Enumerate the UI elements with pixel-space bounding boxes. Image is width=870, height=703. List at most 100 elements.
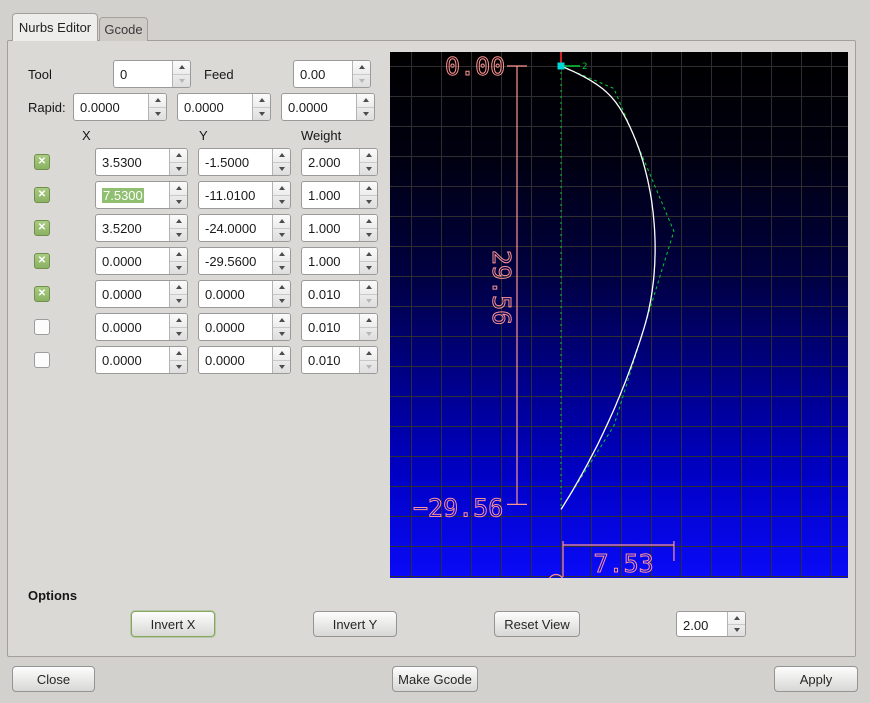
spin-up-icon[interactable] (170, 215, 187, 229)
point-7-weight-spinbox[interactable]: 0.010 (301, 346, 378, 374)
spin-up-icon[interactable] (360, 248, 377, 262)
spin-up-icon[interactable] (273, 281, 290, 295)
point-2-x-spinbox[interactable]: 7.5300 (95, 181, 188, 209)
spin-up-icon[interactable] (273, 149, 290, 163)
spin-value[interactable]: -24.0000 (199, 215, 272, 241)
point-4-weight-spinbox[interactable]: 1.000 (301, 247, 378, 275)
spin-value[interactable]: 2.00 (677, 612, 727, 636)
spinner-buttons[interactable] (172, 61, 190, 87)
nurbs-preview-plot[interactable]: 2 0.00 29.56 −29.56 7.53 (390, 52, 848, 578)
spinner-buttons[interactable] (169, 347, 187, 373)
rapid-x-spinbox[interactable]: 0.0000 (73, 93, 167, 121)
point-5-y-spinbox[interactable]: 0.0000 (198, 280, 291, 308)
spin-up-icon[interactable] (173, 61, 190, 75)
make-gcode-button[interactable]: Make Gcode (392, 666, 478, 692)
spin-value[interactable]: 0.0000 (96, 281, 169, 307)
spin-value[interactable]: 0.0000 (282, 94, 356, 120)
spinner-buttons[interactable] (359, 347, 377, 373)
spin-down-icon[interactable] (357, 108, 374, 121)
point-1-x-spinbox[interactable]: 3.5300 (95, 148, 188, 176)
spin-value[interactable]: 2.000 (302, 149, 359, 175)
rapid-y-spinbox[interactable]: 0.0000 (177, 93, 271, 121)
spinner-buttons[interactable] (272, 149, 290, 175)
spin-value[interactable]: 7.5300 (96, 182, 169, 208)
spin-up-icon[interactable] (357, 94, 374, 108)
spinner-buttons[interactable] (169, 314, 187, 340)
spin-up-icon[interactable] (360, 215, 377, 229)
spin-down-icon[interactable] (360, 163, 377, 176)
spin-value[interactable]: 0.0000 (96, 248, 169, 274)
spin-up-icon[interactable] (273, 182, 290, 196)
point-4-enabled-checkbox[interactable]: ✕ (34, 253, 50, 269)
point-7-enabled-checkbox[interactable] (34, 352, 50, 368)
spin-down-icon[interactable] (170, 361, 187, 374)
spin-up-icon[interactable] (273, 347, 290, 361)
spin-down-icon[interactable] (360, 262, 377, 275)
spin-value[interactable]: -11.0100 (199, 182, 272, 208)
point-7-x-spinbox[interactable]: 0.0000 (95, 346, 188, 374)
spin-down-icon[interactable] (273, 163, 290, 176)
spin-value[interactable]: 0.010 (302, 281, 359, 307)
feed-spinbox[interactable]: 0.00 (293, 60, 371, 88)
point-2-enabled-checkbox[interactable]: ✕ (34, 187, 50, 203)
spin-value[interactable]: 0.0000 (96, 347, 169, 373)
spinner-buttons[interactable] (272, 248, 290, 274)
spinner-buttons[interactable] (272, 281, 290, 307)
spin-down-icon[interactable] (149, 108, 166, 121)
spinner-buttons[interactable] (359, 281, 377, 307)
close-button[interactable]: Close (12, 666, 95, 692)
rapid-z-spinbox[interactable]: 0.0000 (281, 93, 375, 121)
spinner-buttons[interactable] (727, 612, 745, 636)
point-2-y-spinbox[interactable]: -11.0100 (198, 181, 291, 209)
spinner-buttons[interactable] (352, 61, 370, 87)
spin-down-icon[interactable] (353, 75, 370, 88)
point-4-x-spinbox[interactable]: 0.0000 (95, 247, 188, 275)
spin-up-icon[interactable] (170, 149, 187, 163)
spinner-buttons[interactable] (148, 94, 166, 120)
spin-value[interactable]: 1.000 (302, 248, 359, 274)
spin-down-icon[interactable] (170, 229, 187, 242)
scale-spinbox[interactable]: 2.00 (676, 611, 746, 637)
point-3-enabled-checkbox[interactable]: ✕ (34, 220, 50, 236)
spin-up-icon[interactable] (149, 94, 166, 108)
spin-value[interactable]: 3.5200 (96, 215, 169, 241)
spin-down-icon[interactable] (360, 196, 377, 209)
spin-up-icon[interactable] (360, 149, 377, 163)
point-1-weight-spinbox[interactable]: 2.000 (301, 148, 378, 176)
spin-up-icon[interactable] (170, 248, 187, 262)
point-1-enabled-checkbox[interactable]: ✕ (34, 154, 50, 170)
spin-down-icon[interactable] (728, 625, 745, 637)
spinner-buttons[interactable] (359, 248, 377, 274)
spin-up-icon[interactable] (170, 347, 187, 361)
spin-value[interactable]: 0.010 (302, 347, 359, 373)
spinner-buttons[interactable] (169, 248, 187, 274)
spinner-buttons[interactable] (169, 149, 187, 175)
spin-value-selected-text[interactable]: 7.5300 (102, 188, 144, 203)
spin-up-icon[interactable] (170, 182, 187, 196)
spin-down-icon[interactable] (360, 295, 377, 308)
spin-down-icon[interactable] (170, 262, 187, 275)
spin-up-icon[interactable] (360, 281, 377, 295)
spin-up-icon[interactable] (253, 94, 270, 108)
spin-up-icon[interactable] (170, 314, 187, 328)
invert-y-button[interactable]: Invert Y (313, 611, 397, 637)
spin-up-icon[interactable] (273, 314, 290, 328)
spinner-buttons[interactable] (169, 281, 187, 307)
invert-x-button[interactable]: Invert X (131, 611, 215, 637)
spin-value[interactable]: 0 (114, 61, 172, 87)
spin-down-icon[interactable] (360, 328, 377, 341)
reset-view-button[interactable]: Reset View (494, 611, 580, 637)
spin-down-icon[interactable] (173, 75, 190, 88)
spin-value[interactable]: 0.00 (294, 61, 352, 87)
spin-value[interactable]: 3.5300 (96, 149, 169, 175)
spin-down-icon[interactable] (273, 196, 290, 209)
point-6-x-spinbox[interactable]: 0.0000 (95, 313, 188, 341)
tab-nurbs-editor[interactable]: Nurbs Editor (12, 13, 98, 41)
spin-value[interactable]: 0.0000 (199, 347, 272, 373)
point-6-y-spinbox[interactable]: 0.0000 (198, 313, 291, 341)
spin-up-icon[interactable] (360, 182, 377, 196)
spin-down-icon[interactable] (273, 262, 290, 275)
spin-value[interactable]: 0.0000 (199, 314, 272, 340)
spin-up-icon[interactable] (728, 612, 745, 625)
spin-down-icon[interactable] (170, 196, 187, 209)
